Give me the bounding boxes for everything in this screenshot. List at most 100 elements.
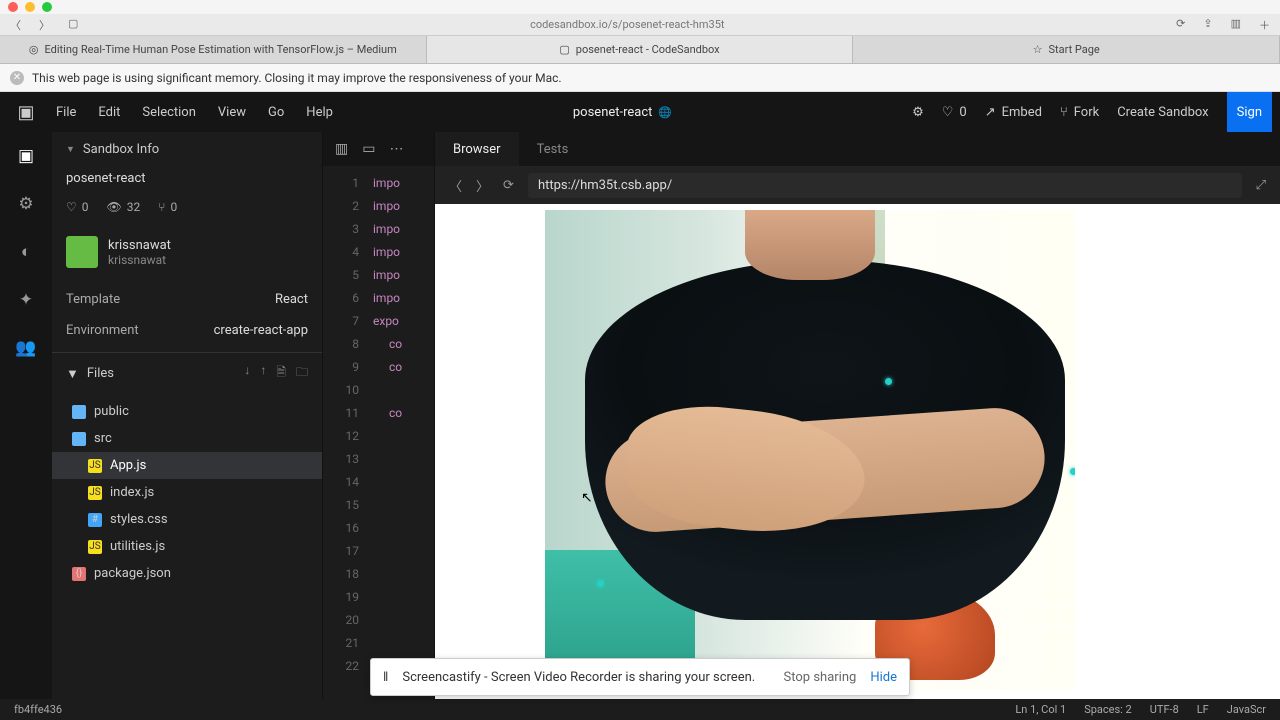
codesandbox-header: ▣ File Edit Selection View Go Help posen…: [0, 92, 1280, 132]
tabs-icon[interactable]: ▥: [1231, 17, 1241, 33]
settings-icon[interactable]: ⚙: [912, 105, 924, 120]
minimize-window-icon[interactable]: [25, 2, 35, 12]
reload-icon[interactable]: ⟳: [1176, 17, 1185, 33]
pause-icon[interactable]: ‖: [383, 669, 388, 685]
more-icon[interactable]: ⋯: [389, 141, 403, 157]
layout-icon[interactable]: ▥: [335, 141, 348, 157]
new-folder-icon[interactable]: 🗀: [296, 363, 308, 384]
keypoint: [885, 378, 892, 385]
memory-warning-banner: ✕ This web page is using significant mem…: [0, 64, 1280, 92]
preview-url-input[interactable]: https://hm35t.csb.app/: [528, 173, 1242, 198]
environment-row: Environmentcreate-react-app: [52, 315, 322, 346]
preview-pane: Browser Tests 〈 〉 ⟳ https://hm35t.csb.ap…: [434, 132, 1280, 699]
sidebar-icon[interactable]: ▢: [68, 17, 78, 33]
preview-forward-icon[interactable]: 〉: [476, 176, 489, 195]
cursor-position[interactable]: Ln 1, Col 1: [1015, 703, 1066, 716]
sandbox-info-icon[interactable]: ▣: [18, 146, 34, 166]
stat-forks: ⑂ 0: [158, 200, 177, 214]
download-icon[interactable]: ↓: [244, 363, 250, 384]
keypoint: [1070, 468, 1075, 475]
preview-back-icon[interactable]: 〈: [449, 176, 462, 195]
mac-traffic-lights: [0, 0, 1280, 14]
stop-sharing-button[interactable]: Stop sharing: [784, 670, 857, 685]
menu-view[interactable]: View: [218, 105, 246, 120]
chevron-down-icon: ▼: [66, 144, 75, 155]
sidebar: ▼ Sandbox Info posenet-react ♡ 0 👁 32 ⑂ …: [52, 132, 322, 699]
settings-activity-icon[interactable]: ⚙: [18, 194, 33, 214]
preview-url-bar: 〈 〉 ⟳ https://hm35t.csb.app/ ⤢: [435, 166, 1280, 204]
address-bar[interactable]: codesandbox.io/s/posenet-react-hm35t: [78, 18, 1176, 31]
tab-startpage[interactable]: ☆Start Page: [853, 36, 1280, 63]
file-styles-css[interactable]: #styles.css: [52, 506, 322, 533]
upload-icon[interactable]: ↑: [260, 363, 266, 384]
screen-share-bar: ‖ Screencastify - Screen Video Recorder …: [370, 658, 910, 696]
git-commit[interactable]: fb4ffe436: [14, 703, 62, 716]
file-utilities-js[interactable]: JSutilities.js: [52, 533, 322, 560]
panel-icon[interactable]: ▭: [362, 141, 375, 157]
stat-views: 👁 32: [107, 200, 141, 214]
folder-public[interactable]: public: [52, 398, 322, 425]
menu-selection[interactable]: Selection: [142, 105, 195, 120]
share-icon[interactable]: ⇪: [1203, 17, 1212, 33]
cs-logo-icon[interactable]: ▣: [0, 102, 52, 123]
file-index-js[interactable]: JSindex.js: [52, 479, 322, 506]
safari-toolbar: 〈 〉 ▢ codesandbox.io/s/posenet-react-hm3…: [0, 14, 1280, 36]
file-package-json[interactable]: {}package.json: [52, 560, 322, 587]
tab-codesandbox[interactable]: ▢posenet-react - CodeSandbox: [427, 36, 854, 63]
preview-content: ↖: [435, 204, 1280, 699]
menu-help[interactable]: Help: [306, 105, 333, 120]
code-content[interactable]: impoimpoimpoimpoimpoimpoexpococo co: [369, 166, 406, 699]
maximize-window-icon[interactable]: [42, 2, 52, 12]
preview-tab-browser[interactable]: Browser: [435, 132, 519, 166]
banner-text: This web page is using significant memor…: [32, 71, 562, 85]
menu-file[interactable]: File: [56, 105, 76, 120]
line-gutter: 12345678910111213141516171819202122: [323, 166, 369, 699]
language-mode[interactable]: JavaScr: [1227, 703, 1266, 716]
webcam-canvas: ↖: [545, 210, 1075, 690]
open-external-icon[interactable]: ⤢: [1256, 178, 1266, 193]
eol[interactable]: LF: [1197, 703, 1209, 716]
avatar: [66, 236, 98, 268]
file-app-js[interactable]: JSApp.js: [52, 452, 322, 479]
author-username: krissnawat: [108, 253, 171, 267]
stat-likes: ♡ 0: [66, 200, 89, 214]
project-title: posenet-react: [573, 105, 653, 120]
sandbox-info-header[interactable]: ▼ Sandbox Info: [52, 132, 322, 167]
template-row: TemplateReact: [52, 284, 322, 315]
like-button[interactable]: ♡ 0: [942, 105, 967, 120]
live-icon[interactable]: 👥: [15, 338, 36, 358]
embed-button[interactable]: ↗ Embed: [985, 105, 1042, 120]
status-bar: fb4ffe436 Ln 1, Col 1 Spaces: 2 UTF-8 LF…: [0, 699, 1280, 720]
sidebar-project-name: posenet-react: [52, 167, 322, 200]
indent-setting[interactable]: Spaces: 2: [1084, 703, 1132, 716]
editor-toolbar: ▥ ▭ ⋯: [323, 132, 434, 166]
close-window-icon[interactable]: [8, 2, 18, 12]
browser-tabs: ◎Editing Real-Time Human Pose Estimation…: [0, 36, 1280, 64]
keypoint: [597, 580, 604, 587]
preview-reload-icon[interactable]: ⟳: [503, 178, 514, 193]
sign-in-button[interactable]: Sign: [1227, 92, 1272, 132]
cursor-icon: ↖: [581, 490, 593, 506]
github-icon[interactable]: ◐: [21, 242, 31, 262]
back-icon[interactable]: 〈: [10, 17, 21, 33]
file-tree: public src JSApp.js JSindex.js #styles.c…: [52, 394, 322, 591]
new-file-icon[interactable]: 🗎: [276, 363, 286, 384]
encoding[interactable]: UTF-8: [1150, 703, 1179, 716]
globe-icon: 🌐: [658, 106, 672, 119]
create-sandbox-button[interactable]: Create Sandbox: [1117, 105, 1208, 120]
folder-src[interactable]: src: [52, 425, 322, 452]
fork-button[interactable]: ⑂ Fork: [1060, 105, 1099, 120]
close-banner-icon[interactable]: ✕: [10, 71, 24, 85]
menu-go[interactable]: Go: [268, 105, 284, 120]
deploy-icon[interactable]: ✦: [19, 290, 33, 310]
author-block[interactable]: krissnawat krissnawat: [52, 230, 322, 284]
files-header[interactable]: ▼Files ↓ ↑ 🗎 🗀: [52, 352, 322, 394]
author-name: krissnawat: [108, 238, 171, 253]
menu-edit[interactable]: Edit: [98, 105, 120, 120]
plus-icon[interactable]: ＋: [1259, 17, 1270, 33]
hide-button[interactable]: Hide: [870, 670, 897, 685]
preview-tab-tests[interactable]: Tests: [519, 132, 587, 166]
tab-medium[interactable]: ◎Editing Real-Time Human Pose Estimation…: [0, 36, 427, 63]
code-editor[interactable]: ▥ ▭ ⋯ 1234567891011121314151617181920212…: [322, 132, 434, 699]
forward-icon[interactable]: 〉: [39, 17, 50, 33]
